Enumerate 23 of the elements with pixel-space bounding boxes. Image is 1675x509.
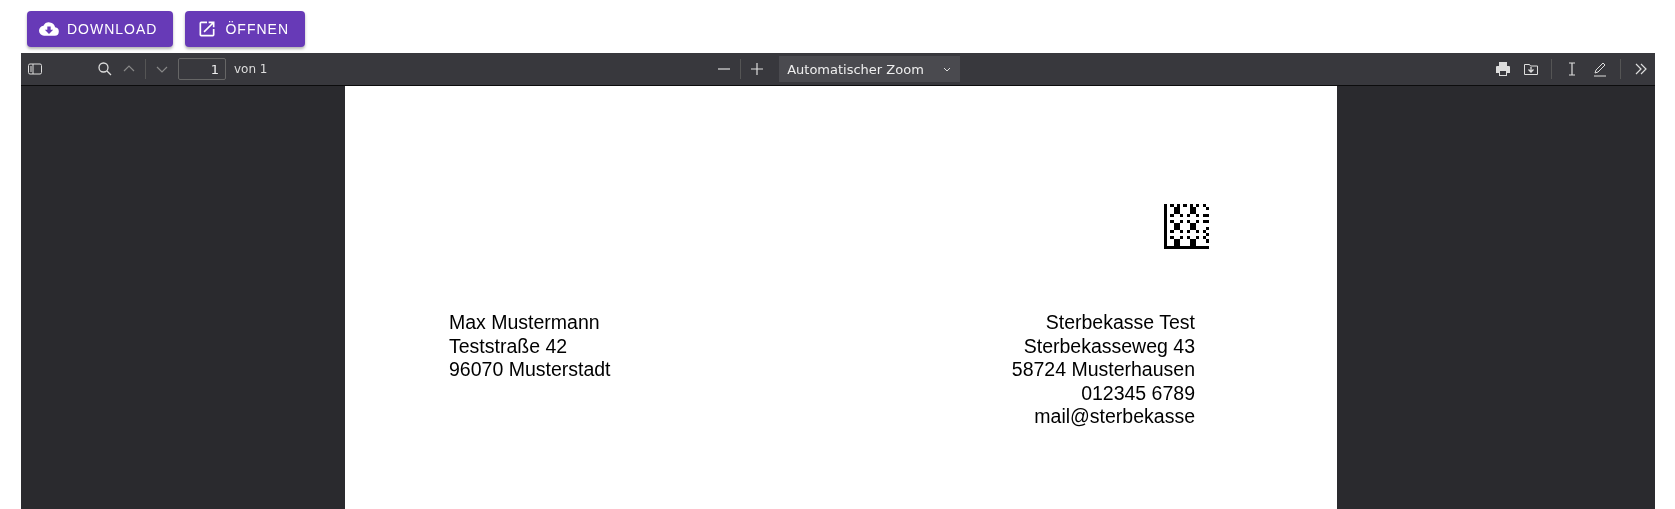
zoom-select[interactable]: Automatischer Zoom — [779, 56, 960, 82]
page-number-field[interactable]: 1 — [178, 58, 226, 80]
datamatrix-code — [1164, 204, 1209, 249]
page-count: von 1 — [234, 62, 268, 76]
sender-address-line: Sterbekasse Test — [1045, 311, 1195, 335]
save-icon[interactable] — [1523, 61, 1539, 77]
cloud-download-icon — [39, 19, 59, 39]
recipient-address-line: Max Mustermann — [449, 311, 600, 335]
sender-address-line: Sterbekasseweg 43 — [1023, 334, 1195, 358]
action-button[interactable]: DOWNLOAD — [27, 11, 174, 47]
sidebar-toggle-icon[interactable] — [27, 61, 43, 77]
sender-address-line: 012345 6789 — [1081, 381, 1195, 405]
pencil-icon[interactable] — [1592, 61, 1608, 77]
double-chevron-icon[interactable] — [1633, 61, 1649, 77]
recipient-address-line: 96070 Musterstadt — [449, 358, 611, 382]
sender-address-line: 58724 Musterhausen — [1011, 358, 1195, 382]
zoom-in-icon[interactable] — [749, 61, 766, 77]
search-icon[interactable] — [97, 61, 113, 77]
recipient-address-line: Teststraße 42 — [449, 334, 568, 358]
print-icon[interactable] — [1495, 61, 1511, 77]
external-link-icon — [197, 19, 218, 39]
sender-address-line: mail@sterbekasse — [1034, 405, 1195, 429]
action-button[interactable]: ÖFFNEN — [185, 11, 305, 47]
